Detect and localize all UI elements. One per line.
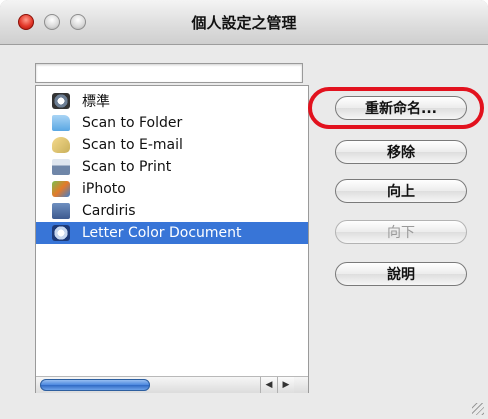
cardiris-icon xyxy=(52,203,70,219)
mail-icon xyxy=(52,137,70,153)
list-item[interactable]: Scan to E-mail xyxy=(36,134,308,156)
scanner-standard-icon xyxy=(52,93,70,109)
list-item[interactable]: 標準 xyxy=(36,90,308,112)
iphoto-icon xyxy=(52,181,70,197)
resize-grip-icon[interactable] xyxy=(472,403,484,415)
list-item[interactable]: Scan to Print xyxy=(36,156,308,178)
window-title: 個人設定之管理 xyxy=(191,14,297,32)
list-item[interactable]: Scan to Folder xyxy=(36,112,308,134)
move-down-button[interactable]: 向下 xyxy=(335,220,467,244)
profile-list[interactable]: 標準 Scan to Folder Scan to E-mail Scan to… xyxy=(35,85,309,393)
list-item-label: Letter Color Document xyxy=(82,225,242,241)
list-item-label: Cardiris xyxy=(82,203,136,219)
list-item-label: Scan to Folder xyxy=(82,115,183,131)
horizontal-scrollbar[interactable]: ◀ ▶ xyxy=(36,376,308,393)
remove-button[interactable]: 移除 xyxy=(335,140,467,164)
list-item-label: iPhoto xyxy=(82,181,126,197)
list-item[interactable]: Letter Color Document xyxy=(36,222,308,244)
folder-icon xyxy=(52,115,70,131)
rename-highlight-annotation xyxy=(308,87,484,129)
move-up-button[interactable]: 向上 xyxy=(335,179,467,203)
scroll-right-icon[interactable]: ▶ xyxy=(277,377,294,393)
title-bar: 個人設定之管理 xyxy=(0,0,488,45)
scrollbar-thumb[interactable] xyxy=(40,379,150,391)
profile-name-field[interactable] xyxy=(35,63,303,83)
scanner-profile-icon xyxy=(52,225,70,241)
window: 個人設定之管理 標準 Scan to Folder Scan to E-mail… xyxy=(0,0,488,419)
help-button[interactable]: 說明 xyxy=(335,262,467,286)
scroll-left-icon[interactable]: ◀ xyxy=(260,377,277,393)
list-item[interactable]: iPhoto xyxy=(36,178,308,200)
printer-icon xyxy=(52,159,70,175)
list-item-label: Scan to E-mail xyxy=(82,137,183,153)
list-item[interactable]: Cardiris xyxy=(36,200,308,222)
list-item-label: 標準 xyxy=(82,94,110,110)
list-item-label: Scan to Print xyxy=(82,159,172,175)
